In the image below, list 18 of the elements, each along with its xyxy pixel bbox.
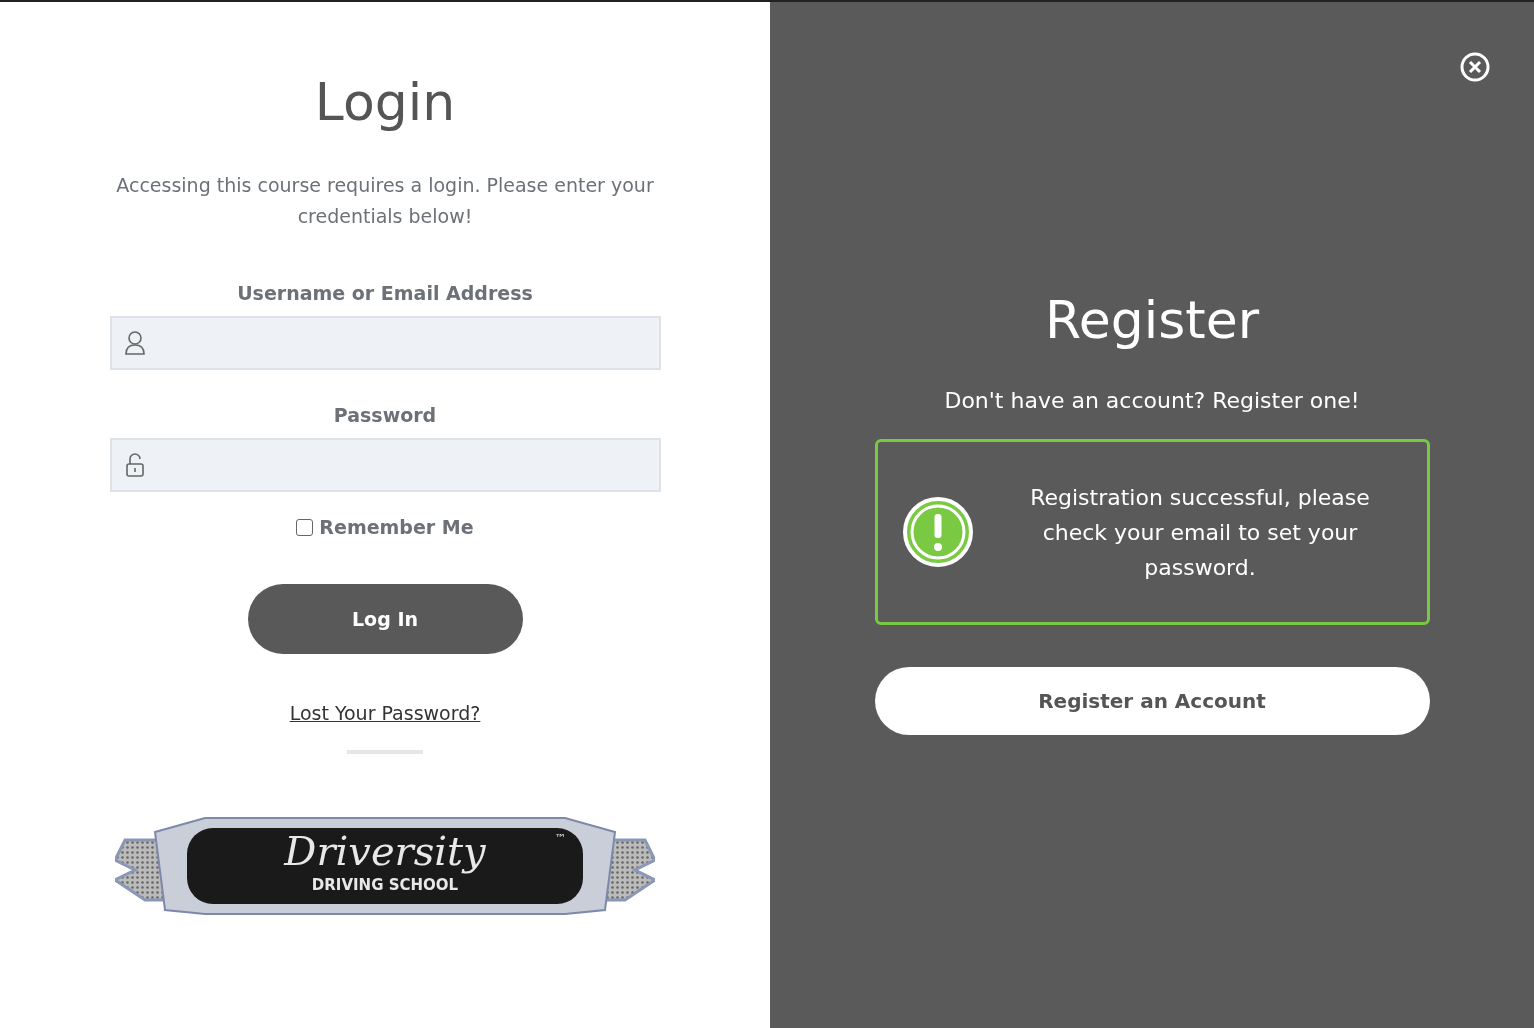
- lock-icon: [123, 452, 146, 478]
- remember-label: Remember Me: [319, 516, 474, 538]
- register-button[interactable]: Register an Account: [874, 667, 1430, 735]
- notice-text: Registration successful, please check your email to set your password.: [1029, 483, 1371, 582]
- username-field[interactable]: [109, 316, 661, 370]
- register-title: Register: [1044, 290, 1260, 350]
- alert-icon: [901, 496, 974, 568]
- login-title: Login: [314, 72, 456, 132]
- field-label: Username or Email Address: [237, 282, 533, 304]
- remember-checkbox[interactable]: [296, 518, 314, 536]
- register-subtitle: Don't have an account? Register one!: [944, 388, 1360, 413]
- user-icon: [123, 330, 146, 356]
- field-label: Password: [333, 404, 437, 426]
- intro-text: Accessing this course requires a login. Please enter your credentials below!: [115, 173, 655, 229]
- lost-password-link[interactable]: Lost Your Password?: [289, 702, 481, 724]
- login-button[interactable]: Log In: [247, 584, 523, 654]
- password-field[interactable]: [109, 438, 661, 492]
- close-icon[interactable]: [1460, 52, 1490, 82]
